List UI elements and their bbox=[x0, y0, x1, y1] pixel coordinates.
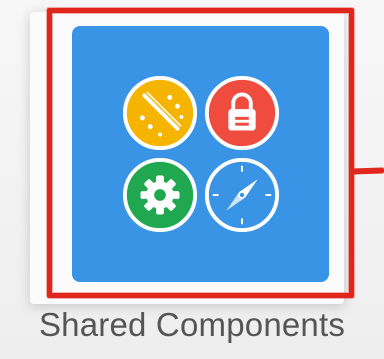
app-label[interactable]: Shared Components bbox=[0, 306, 384, 344]
red-pointer-stroke bbox=[349, 167, 384, 175]
red-highlight-frame bbox=[47, 8, 354, 298]
